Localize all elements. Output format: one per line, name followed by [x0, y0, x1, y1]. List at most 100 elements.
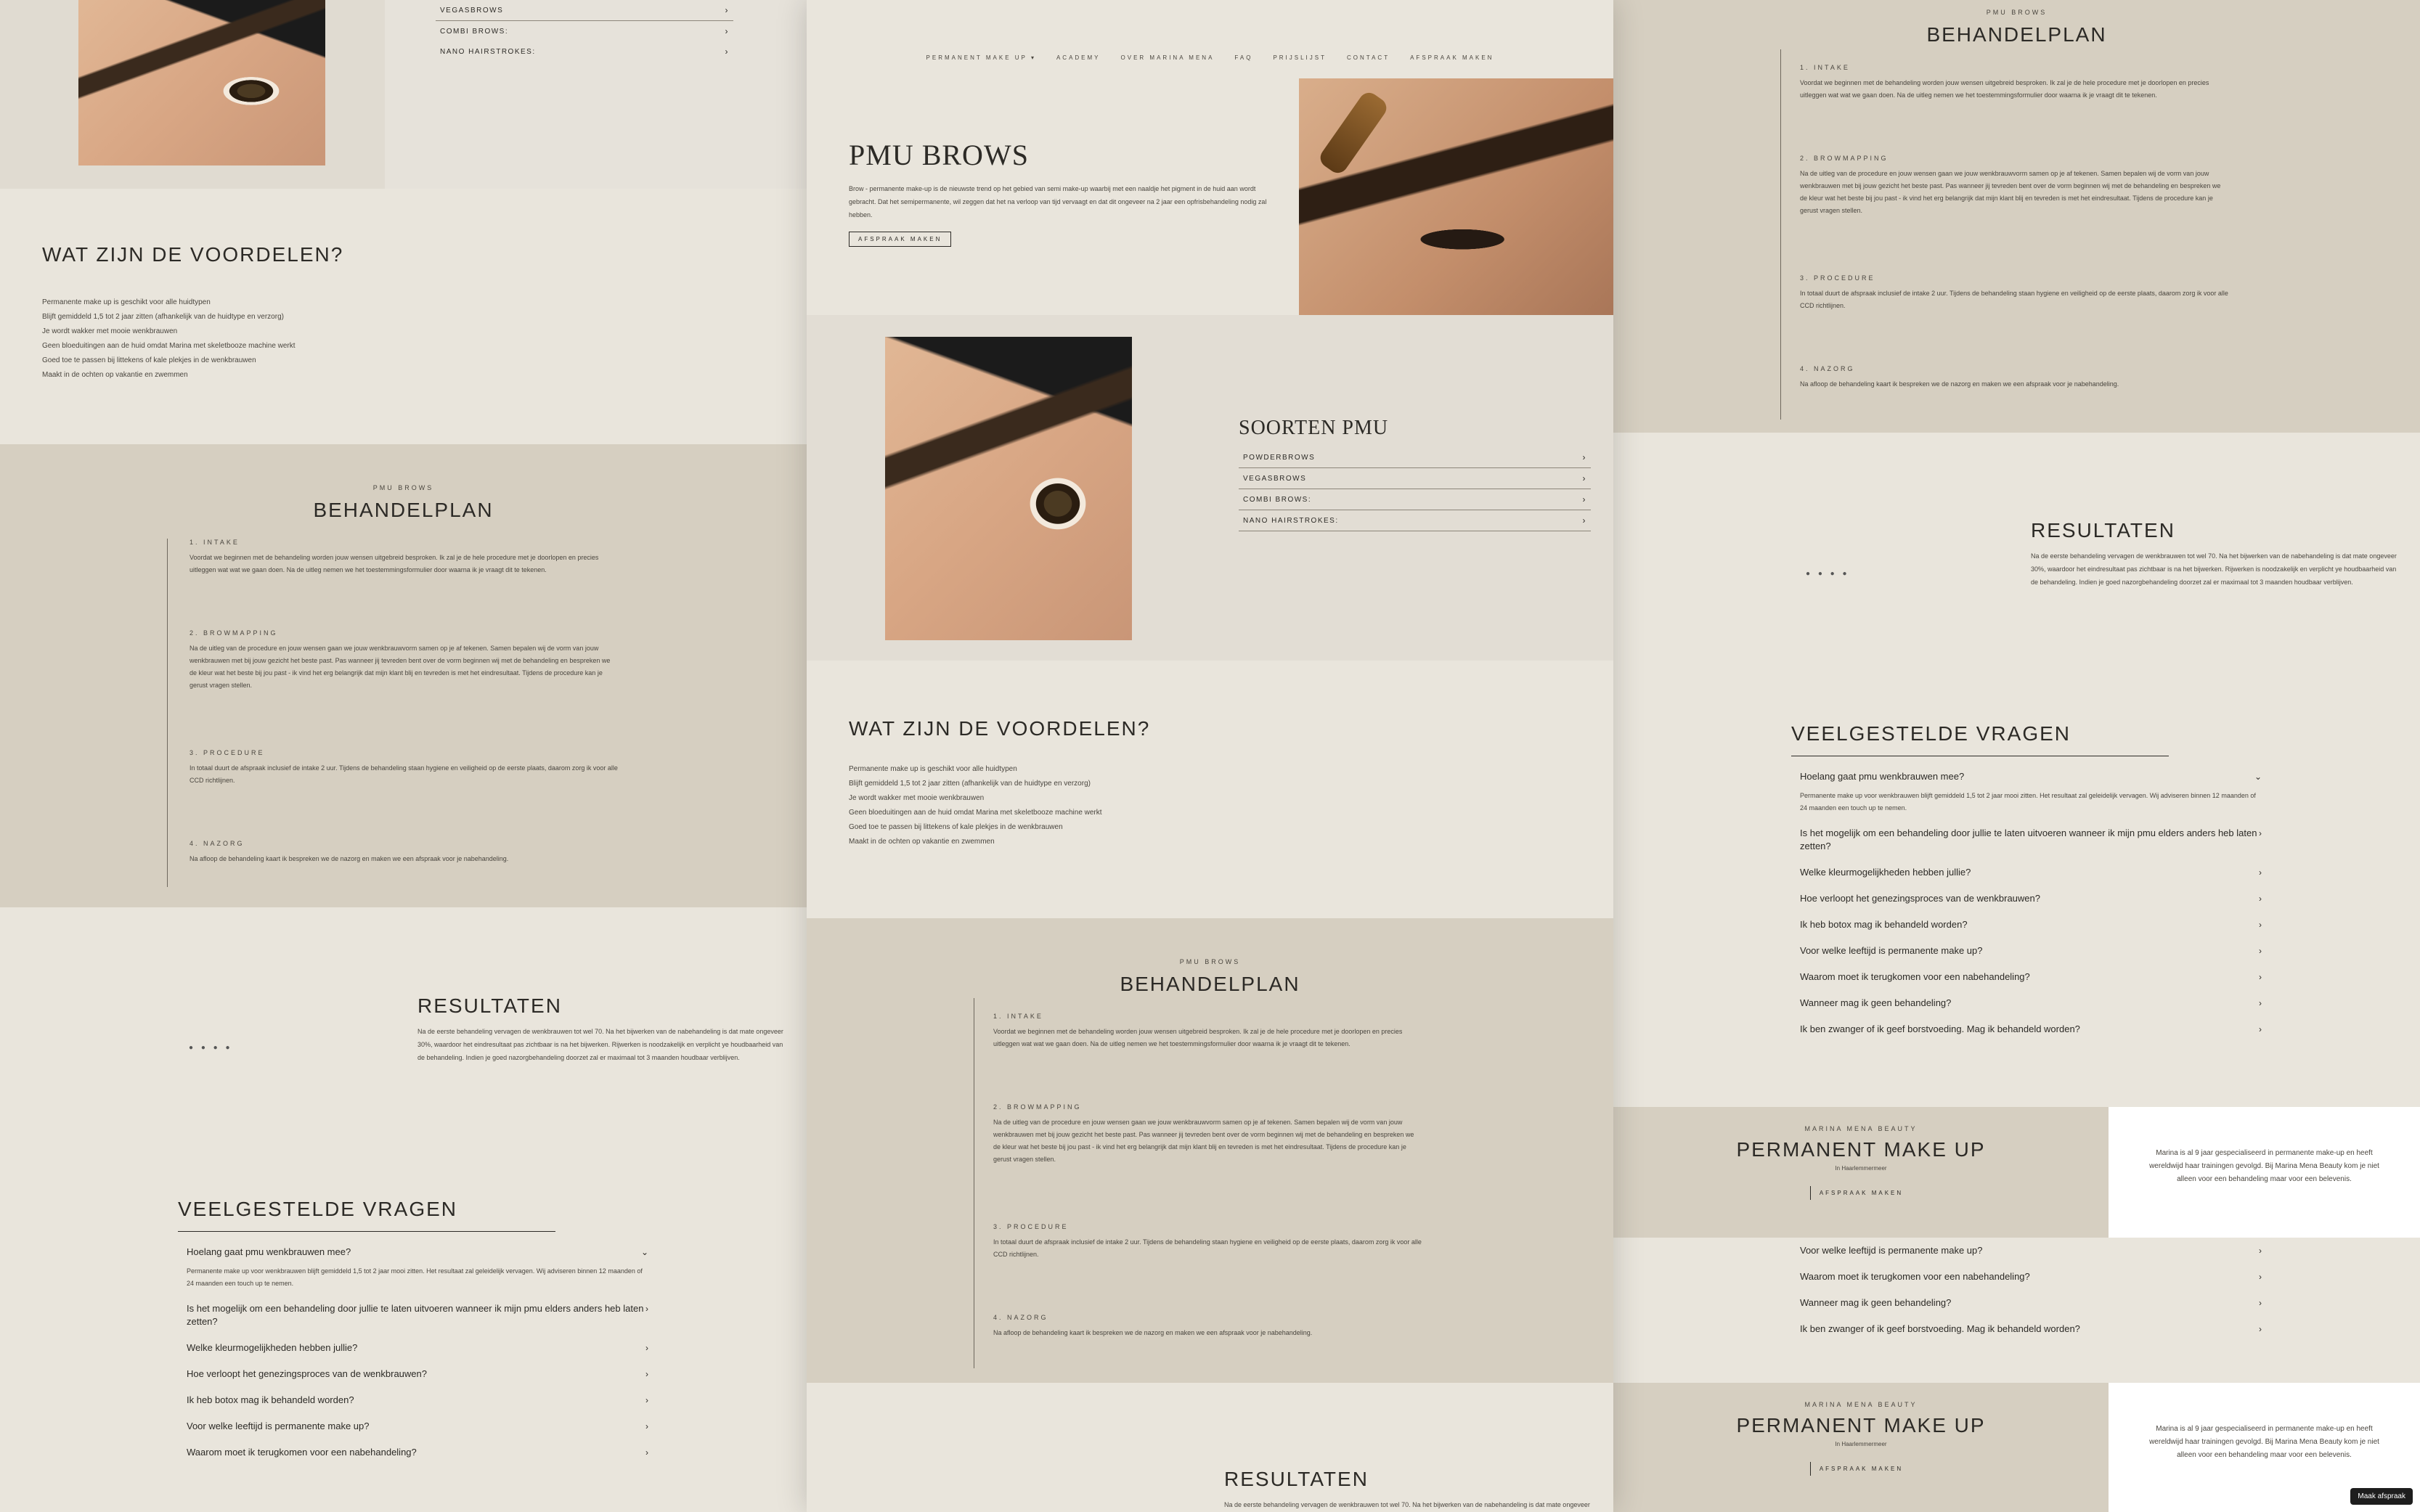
step-text: Na de uitleg van de procedure en jouw we…	[190, 645, 611, 689]
section-title: WAT ZIJN DE VOORDELEN?	[42, 243, 344, 266]
step-title: 2. BROWMAPPING	[993, 1103, 1082, 1111]
step-title: 4. NAZORG	[993, 1314, 1048, 1321]
faq-item-open[interactable]: Hoelang gaat pmu wenkbrauwen mee? ⌄	[178, 1239, 657, 1265]
list-item: Blijft gemiddeld 1,5 tot 2 jaar zitten (…	[42, 313, 284, 321]
nav-item[interactable]: AFSPRAAK MAKEN	[1410, 54, 1494, 61]
section-title: BEHANDELPLAN	[1926, 23, 2107, 46]
timeline: 1. INTAKE Voordat we beginnen met de beh…	[1780, 49, 2230, 420]
list-item[interactable]: VEGASBROWS ›	[1239, 468, 1591, 489]
step-text: In totaal duurt de afspraak inclusief de…	[190, 764, 618, 784]
faq-item[interactable]: Welke kleurmogelijkheden hebben jullie? ›	[178, 1335, 657, 1361]
section-kicker: PMU BROWS	[1179, 958, 1241, 965]
list-item: Maakt in de ochten op vakantie en zwemme…	[42, 371, 188, 379]
faq-item[interactable]: Is het mogelijk om een behandeling door …	[178, 1296, 657, 1335]
chevron-right-icon: ›	[2259, 946, 2262, 956]
step-text: In totaal duurt de afspraak inclusief de…	[993, 1238, 1422, 1258]
behandelplan-section: PMU BROWS BEHANDELPLAN 1. INTAKE Voordat…	[1613, 0, 2420, 433]
faq-item[interactable]: Voor welke leeftijd is permanente make u…	[178, 1413, 657, 1439]
chevron-down-icon: ⌄	[640, 1247, 648, 1257]
chevron-right-icon: ›	[2259, 972, 2262, 982]
section-text: Na de eerste behandeling vervagen de wen…	[1224, 1501, 1590, 1508]
faq-item[interactable]: Ik heb botox mag ik behandeld worden? ›	[1791, 912, 2270, 938]
faq-item[interactable]: Ik heb botox mag ik behandeld worden? ›	[178, 1387, 657, 1413]
nav-item[interactable]: PERMANENT MAKE UP ▾	[926, 54, 1036, 61]
faq-item[interactable]: Welke kleurmogelijkheden hebben jullie? ›	[1791, 859, 2270, 886]
banner-kicker: MARINA MENA BEAUTY	[1804, 1401, 1918, 1408]
hero: PMU BROWS Brow - permanente make-up is d…	[849, 138, 1277, 247]
page-collage: VEGASBROWS › COMBI BROWS: › NANO HAIRSTROK…	[0, 0, 2420, 1512]
faq-item[interactable]: Waarom moet ik terugkomen voor een nabeh…	[1791, 964, 2270, 990]
chevron-right-icon: ›	[2259, 828, 2262, 838]
carousel-dots[interactable]: ● ● ● ●	[1806, 570, 1850, 578]
faq-item[interactable]: Is het mogelijk om een behandeling door …	[1791, 820, 2270, 859]
faq-item[interactable]: Hoe verloopt het genezingsproces van de …	[1791, 886, 2270, 912]
chevron-right-icon: ›	[725, 5, 729, 15]
carousel-dots[interactable]: ● ● ● ●	[189, 1044, 233, 1052]
list-item[interactable]: COMBI BROWS: ›	[436, 21, 733, 41]
chevron-right-icon: ›	[1582, 494, 1586, 504]
step-title: 1. INTAKE	[1800, 64, 1850, 71]
faq-item[interactable]: Ik ben zwanger of ik geef borstvoeding. …	[1791, 1016, 2270, 1042]
timeline: 1. INTAKE Voordat we beginnen met de beh…	[974, 998, 1424, 1368]
section-title: WAT ZIJN DE VOORDELEN?	[849, 717, 1151, 740]
faq-item[interactable]: Wanneer mag ik geen behandeling? ›	[1791, 990, 2270, 1016]
afspraak-button[interactable]: AFSPRAAK MAKEN	[1809, 1462, 1912, 1476]
list-item[interactable]: POWDERBROWS ›	[1239, 447, 1591, 468]
voordelen-section: WAT ZIJN DE VOORDELEN? Permanente make u…	[42, 243, 550, 383]
faq-item[interactable]: Ik ben zwanger of ik geef borstvoeding. …	[1791, 1316, 2270, 1342]
pen-tool-image	[1316, 89, 1390, 177]
chevron-right-icon: ›	[2259, 1272, 2262, 1282]
step-text: Na afloop de behandeling kaart ik bespre…	[1800, 380, 2119, 388]
chevron-right-icon: ›	[2259, 894, 2262, 904]
faq-item[interactable]: Voor welke leeftijd is permanente make u…	[1791, 938, 2270, 964]
nav-item[interactable]: PRIJSLIJST	[1273, 54, 1327, 61]
chevron-right-icon: ›	[725, 46, 729, 57]
faq-item-open[interactable]: Hoelang gaat pmu wenkbrauwen mee? ⌄	[1791, 764, 2270, 790]
step-title: 4. NAZORG	[190, 840, 245, 847]
maak-afspraak-badge[interactable]: Maak afspraak	[2350, 1488, 2413, 1505]
step-title: 3. PROCEDURE	[190, 749, 265, 756]
faq-item[interactable]: Wanneer mag ik geen behandeling? ›	[1791, 1290, 2270, 1316]
section-text: Na de eerste behandeling vervagen de wen…	[417, 1028, 783, 1061]
list-item[interactable]: NANO HAIRSTROKES: ›	[436, 41, 733, 62]
banner-title: PERMANENT MAKE UP	[1736, 1138, 1986, 1161]
main-nav: PERMANENT MAKE UP ▾ ACADEMY OVER MARINA …	[807, 54, 1613, 61]
chevron-right-icon: ›	[645, 1369, 648, 1379]
list-item: Permanente make up is geschikt voor alle…	[849, 765, 1017, 773]
faq-item[interactable]: Waarom moet ik terugkomen voor een nabeh…	[1791, 1264, 2270, 1290]
chevron-right-icon: ›	[645, 1447, 648, 1458]
pmu-banner: MARINA MENA BEAUTY PERMANENT MAKE UP In …	[1613, 1107, 2109, 1238]
eye-photo	[78, 0, 325, 165]
faq-section: VEELGESTELDE VRAGEN Hoelang gaat pmu wen…	[178, 1198, 657, 1466]
step-title: 2. BROWMAPPING	[1800, 155, 1889, 162]
faq-item[interactable]: Waarom moet ik terugkomen voor een nabeh…	[178, 1439, 657, 1466]
faq-item[interactable]: Hoe verloopt het genezingsproces van de …	[178, 1361, 657, 1387]
chevron-right-icon: ›	[645, 1304, 648, 1314]
faq-item[interactable]: Voor welke leeftijd is permanente make u…	[1791, 1238, 2270, 1264]
list-item[interactable]: NANO HAIRSTROKES: ›	[1239, 510, 1591, 531]
section-title: BEHANDELPLAN	[313, 499, 494, 521]
step-text: Na de uitleg van de procedure en jouw we…	[1800, 170, 2221, 214]
banner-sub: In Haarlemmermeer	[1835, 1441, 1887, 1447]
list-item[interactable]: COMBI BROWS: ›	[1239, 489, 1591, 510]
afspraak-button[interactable]: AFSPRAAK MAKEN	[1809, 1186, 1912, 1200]
nav-item[interactable]: ACADEMY	[1056, 54, 1101, 61]
afspraak-button[interactable]: AFSPRAAK MAKEN	[849, 232, 952, 247]
nav-item[interactable]: CONTACT	[1347, 54, 1390, 61]
faq-section: Voor welke leeftijd is permanente make u…	[1791, 1238, 2270, 1342]
voordelen-section: WAT ZIJN DE VOORDELEN? Permanente make u…	[849, 717, 1357, 849]
left-column: VEGASBROWS › COMBI BROWS: › NANO HAIRSTROK…	[0, 0, 807, 1512]
section-text: Na de eerste behandeling vervagen de wen…	[2031, 552, 2397, 586]
center-column: PERMANENT MAKE UP ▾ ACADEMY OVER MARINA …	[807, 0, 1613, 1512]
chevron-right-icon: ›	[645, 1395, 648, 1405]
list-item[interactable]: VEGASBROWS ›	[436, 0, 733, 21]
step-title: 3. PROCEDURE	[1800, 274, 1875, 282]
faq-answer: Permanente make up voor wenkbrauwen blij…	[1800, 792, 2256, 812]
section-kicker: PMU BROWS	[372, 484, 434, 491]
nav-item[interactable]: OVER MARINA MENA	[1121, 54, 1215, 61]
nav-item[interactable]: FAQ	[1234, 54, 1252, 61]
step-title: 3. PROCEDURE	[993, 1223, 1069, 1230]
chevron-right-icon: ›	[1582, 473, 1586, 483]
step-text: Na de uitleg van de procedure en jouw we…	[993, 1119, 1414, 1163]
faq-answer: Permanente make up voor wenkbrauwen blij…	[187, 1267, 643, 1287]
